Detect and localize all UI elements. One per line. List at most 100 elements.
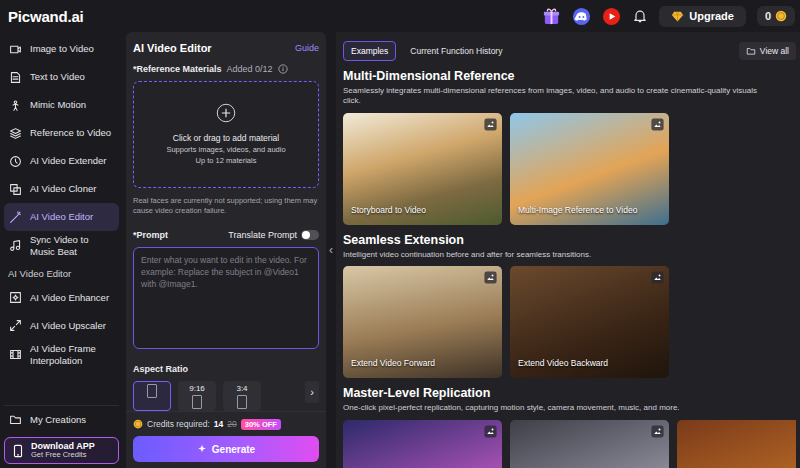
- example-sections: Multi-Dimensional Reference Seamlessly in…: [343, 69, 796, 468]
- folder-icon: [746, 46, 756, 56]
- gallery-tab[interactable]: Examples: [343, 41, 396, 61]
- sidebar-item[interactable]: AI Video Editor: [4, 203, 119, 231]
- sidebar-item-label: Sync Video to Music Beat: [30, 234, 114, 258]
- sparkle-icon: [197, 444, 207, 454]
- editor-footer: Credits required: 14 20 30% OFF Generate: [126, 411, 326, 468]
- aspect-ratio-options: 9:16 3:4 ›: [133, 381, 319, 411]
- generate-button[interactable]: Generate: [133, 436, 319, 462]
- sidebar-item[interactable]: Mimic Motion: [4, 91, 119, 119]
- editor-form: AI Video Editor Guide *Reference Materials…: [126, 32, 326, 411]
- discord-icon[interactable]: [572, 7, 591, 26]
- aspect-ratio-text: 3:4: [236, 384, 247, 393]
- image-badge-icon: [651, 271, 664, 284]
- example-card[interactable]: Extend Video Backward: [510, 266, 669, 378]
- example-section: Master-Level Replication One-click pixel-…: [343, 386, 796, 468]
- translate-toggle[interactable]: [301, 230, 319, 240]
- top-actions: Upgrade 0: [542, 6, 795, 27]
- ratio-shape: [192, 395, 202, 409]
- toggle-knob: [302, 231, 310, 239]
- material-dropzone[interactable]: Click or drag to add materialSupports im…: [133, 81, 319, 188]
- image-badge-icon: [484, 271, 497, 284]
- add-icon: [216, 103, 236, 123]
- download-app-button[interactable]: Download APPGet Free Credits: [4, 437, 119, 464]
- translate-label: Translate Prompt: [228, 230, 297, 240]
- credits-value: 0: [765, 10, 771, 22]
- editor-title: AI Video Editor: [133, 42, 212, 54]
- aspect-next-button[interactable]: ›: [305, 381, 319, 403]
- example-cards: [343, 420, 796, 468]
- logo-suffix: .ai: [67, 8, 83, 25]
- collapse-handle[interactable]: ‹: [326, 32, 336, 468]
- sidebar-item[interactable]: Text to Video: [4, 63, 119, 91]
- description-line: Seamlessly integrates multi-dimensional …: [343, 86, 796, 96]
- sidebar-item[interactable]: Image to Video: [4, 35, 119, 63]
- sidebar-item-label: Reference to Video: [30, 127, 111, 139]
- example-card[interactable]: Multi-Image Reference to Video: [510, 113, 669, 225]
- sidebar-item-label: My Creations: [30, 414, 86, 426]
- sidebar-item-label: Image to Video: [30, 43, 94, 55]
- diamond-icon: [671, 10, 684, 23]
- section-title: Master-Level Replication: [343, 386, 796, 400]
- sidebar-item[interactable]: AI Video Frame Interpolation: [4, 340, 119, 370]
- example-card[interactable]: [343, 420, 502, 468]
- section-description: Seamlessly integrates multi-dimensional …: [343, 86, 796, 107]
- logo-name: Picwand: [8, 8, 67, 25]
- card-label: Multi-Image Reference to Video: [510, 205, 637, 225]
- credits-old-value: 20: [227, 419, 236, 429]
- upgrade-button[interactable]: Upgrade: [659, 6, 746, 27]
- credits-balance[interactable]: 0: [757, 6, 795, 26]
- youtube-icon[interactable]: [602, 7, 621, 26]
- sidebar-item[interactable]: Sync Video to Music Beat: [4, 231, 119, 261]
- example-card[interactable]: [677, 420, 796, 468]
- sidebar-item[interactable]: Reference to Video: [4, 119, 119, 147]
- view-all-button[interactable]: View all: [739, 42, 796, 60]
- gallery-tab[interactable]: Current Function History: [402, 41, 510, 61]
- example-card[interactable]: [510, 420, 669, 468]
- folder-icon: [9, 413, 22, 426]
- aspect-ratio-option[interactable]: 3:4: [223, 381, 261, 411]
- example-card[interactable]: Storyboard to Video: [343, 113, 502, 225]
- sidebar-item-label: AI Video Editor: [30, 211, 93, 223]
- my-creations-item[interactable]: My Creations: [4, 405, 119, 433]
- discount-badge: 30% OFF: [241, 419, 281, 430]
- dropzone-hint: Supports images, videos, and audio: [166, 145, 285, 154]
- guide-link[interactable]: Guide: [295, 43, 319, 53]
- sidebar-item-label: AI Video Upscaler: [30, 320, 106, 332]
- image-badge-icon: [484, 425, 497, 438]
- sidebar-item[interactable]: AI Video Extender: [4, 147, 119, 175]
- example-card[interactable]: Extend Video Forward: [343, 266, 502, 378]
- reference-row: *Reference MaterialsAdded 0/12: [133, 62, 319, 76]
- credits-required: Credits required: 14 20 30% OFF: [133, 417, 319, 431]
- sidebar-item[interactable]: AI Video Enhancer: [4, 284, 119, 312]
- reference-count: Added 0/12: [227, 64, 273, 74]
- main-area: Image to Video Text to Video Mimic Motion R…: [0, 32, 800, 468]
- editor-header: AI Video Editor Guide: [133, 40, 319, 56]
- music-note-icon: [9, 239, 22, 252]
- clone-icon: [9, 183, 22, 196]
- bell-icon[interactable]: [632, 8, 648, 24]
- sidebar-item[interactable]: AI Video Cloner: [4, 175, 119, 203]
- sidebar-item-label: AI Video Frame Interpolation: [30, 343, 114, 367]
- ratio-shape: [237, 395, 247, 409]
- prompt-input[interactable]: [133, 247, 319, 350]
- section-title: Seamless Extension: [343, 233, 796, 247]
- info-icon[interactable]: [278, 64, 288, 74]
- gift-icon[interactable]: [542, 7, 561, 26]
- credits-value: 14: [214, 419, 223, 429]
- example-cards: Extend Video ForwardExtend Video Backwar…: [343, 266, 796, 378]
- description-line: One-click pixel-perfect replication, cap…: [343, 403, 796, 413]
- sidebar-item[interactable]: AI Video Upscaler: [4, 312, 119, 340]
- sidebar: Image to Video Text to Video Mimic Motion R…: [0, 32, 122, 468]
- aspect-ratio-option[interactable]: 9:16: [178, 381, 216, 411]
- download-text: Download APPGet Free Credits: [31, 441, 95, 460]
- example-section: Seamless Extension Intelligent video cont…: [343, 233, 796, 378]
- logo[interactable]: Picwand.ai: [8, 8, 84, 25]
- description-line: click.: [343, 96, 796, 106]
- coin-icon: [775, 10, 787, 22]
- sidebar-item-label: Mimic Motion: [30, 99, 86, 111]
- aspect-ratio-option[interactable]: [133, 381, 171, 411]
- section-description: Intelligent video continuation before an…: [343, 250, 796, 260]
- section-title: Multi-Dimensional Reference: [343, 69, 796, 83]
- credits-label: Credits required:: [147, 419, 210, 429]
- sidebar-item-label: Text to Video: [30, 71, 85, 83]
